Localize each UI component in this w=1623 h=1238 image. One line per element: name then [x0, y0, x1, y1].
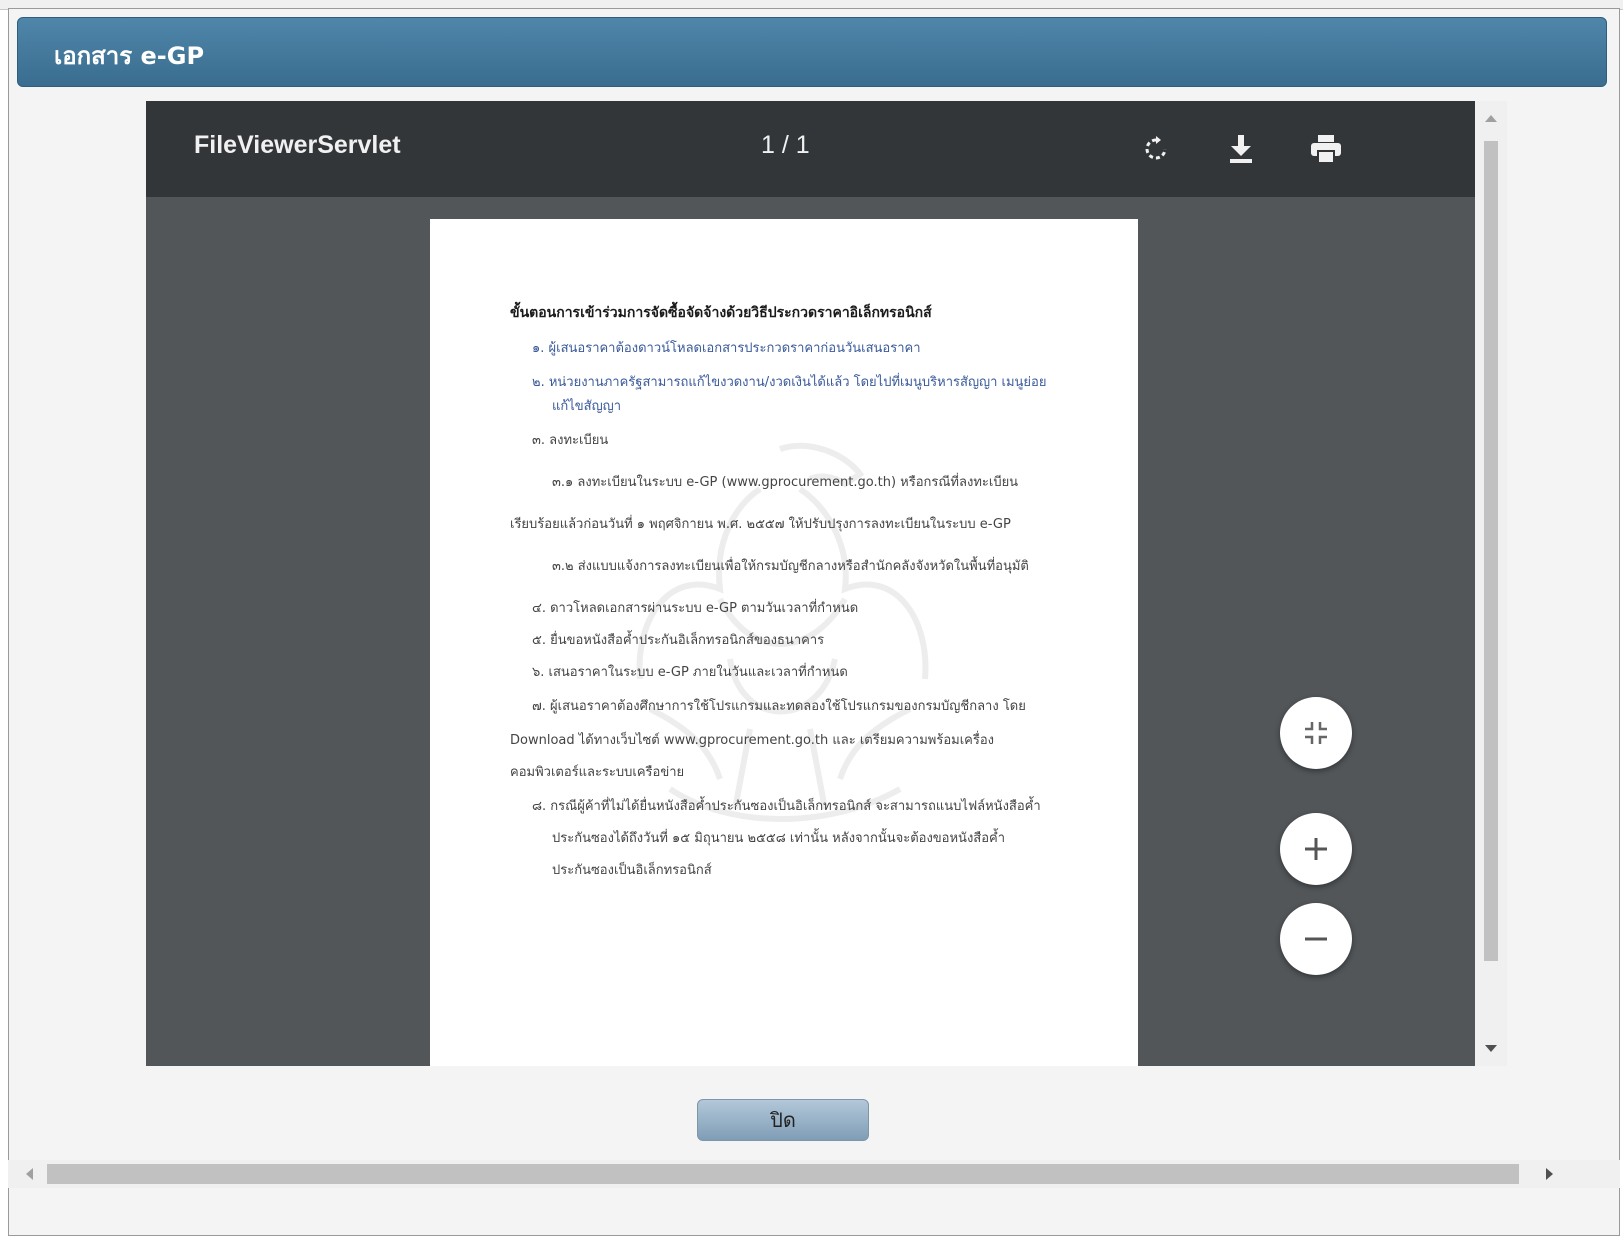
document-text: ขั้นตอนการเข้าร่วมการจัดซื้อจัดจ้างด้วยว…: [510, 303, 1100, 895]
close-button[interactable]: ปิด: [697, 1099, 869, 1141]
file-name: FileViewerServlet: [194, 131, 401, 159]
fit-page-icon: [1305, 722, 1327, 744]
doc-line: ๒. หน่วยงานภาครัฐสามารถแก้ไขงวดงาน/งวดเง…: [532, 375, 1047, 390]
print-icon[interactable]: [1306, 129, 1346, 169]
pdf-viewer: FileViewerServlet 1 / 1 ขั้นตอนการเข้าร่…: [146, 101, 1475, 1066]
rotate-icon[interactable]: [1136, 129, 1176, 169]
doc-line: ๖. เสนอราคาในระบบ e-GP ภายในวันและเวลาที…: [532, 665, 848, 680]
doc-line: เรียบร้อยแล้วก่อนวันที่ ๑ พฤศจิกายน พ.ศ.…: [510, 517, 1011, 532]
doc-line: ประกันซองได้ถึงวันที่ ๑๕ มิถุนายน ๒๕๕๘ เ…: [552, 831, 1006, 846]
doc-line: แก้ไขสัญญา: [552, 399, 622, 414]
dialog-title: เอกสาร e-GP: [54, 42, 205, 70]
zoom-out-icon: [1305, 937, 1327, 941]
scroll-right-arrow-icon[interactable]: [1546, 1168, 1553, 1180]
doc-line: ๓. ลงทะเบียน: [532, 433, 609, 448]
doc-line: ๕. ยื่นขอหนังสือค้ำประกันอิเล็กทรอนิกส์ข…: [532, 633, 825, 648]
scroll-left-arrow-icon[interactable]: [26, 1168, 33, 1180]
doc-line: คอมพิวเตอร์และระบบเครือข่าย: [510, 765, 685, 780]
document-dialog: เอกสาร e-GP FileViewerServlet 1 / 1 ขั้น…: [8, 8, 1620, 1236]
doc-line: ๘. กรณีผู้ค้าที่ไม่ได้ยื่นหนังสือค้ำประก…: [532, 799, 1041, 814]
doc-line: ประกันซองเป็นอิเล็กทรอนิกส์: [552, 863, 712, 878]
doc-line: Download ได้ทางเว็บไซต์ www.gprocurement…: [510, 733, 994, 748]
horizontal-scrollbar[interactable]: [8, 1160, 1620, 1188]
scroll-down-arrow-icon[interactable]: [1485, 1045, 1497, 1052]
vertical-scrollbar[interactable]: [1475, 101, 1507, 1066]
pdf-viewer-frame: FileViewerServlet 1 / 1 ขั้นตอนการเข้าร่…: [146, 101, 1507, 1066]
viewer-toolbar: FileViewerServlet 1 / 1: [146, 101, 1475, 197]
scroll-up-arrow-icon[interactable]: [1485, 115, 1497, 122]
dialog-header: เอกสาร e-GP: [17, 17, 1607, 87]
document-heading: ขั้นตอนการเข้าร่วมการจัดซื้อจัดจ้างด้วยว…: [510, 305, 932, 321]
doc-line: ๔. ดาวโหลดเอกสารผ่านระบบ e-GP ตามวันเวลา…: [532, 601, 859, 616]
doc-line: ๓.๒ ส่งแบบแจ้งการลงทะเบียนเพื่อให้กรมบัญ…: [552, 559, 1029, 574]
page-indicator: 1 / 1: [761, 131, 810, 159]
doc-line: ๗. ผู้เสนอราคาต้องศึกษาการใช้โปรแกรมและท…: [532, 699, 1026, 714]
zoom-out-button[interactable]: [1280, 903, 1352, 975]
download-icon[interactable]: [1221, 129, 1261, 169]
vertical-scroll-thumb[interactable]: [1484, 141, 1498, 961]
doc-line: ๓.๑ ลงทะเบียนในระบบ e-GP (www.gprocureme…: [552, 475, 1019, 490]
pdf-page: ขั้นตอนการเข้าร่วมการจัดซื้อจัดจ้างด้วยว…: [430, 219, 1138, 1066]
doc-line: ๑. ผู้เสนอราคาต้องดาวน์โหลดเอกสารประกวดร…: [532, 341, 921, 356]
zoom-in-icon: [1305, 838, 1327, 860]
horizontal-scroll-thumb[interactable]: [47, 1164, 1519, 1184]
fit-page-button[interactable]: [1280, 697, 1352, 769]
zoom-in-button[interactable]: [1280, 813, 1352, 885]
